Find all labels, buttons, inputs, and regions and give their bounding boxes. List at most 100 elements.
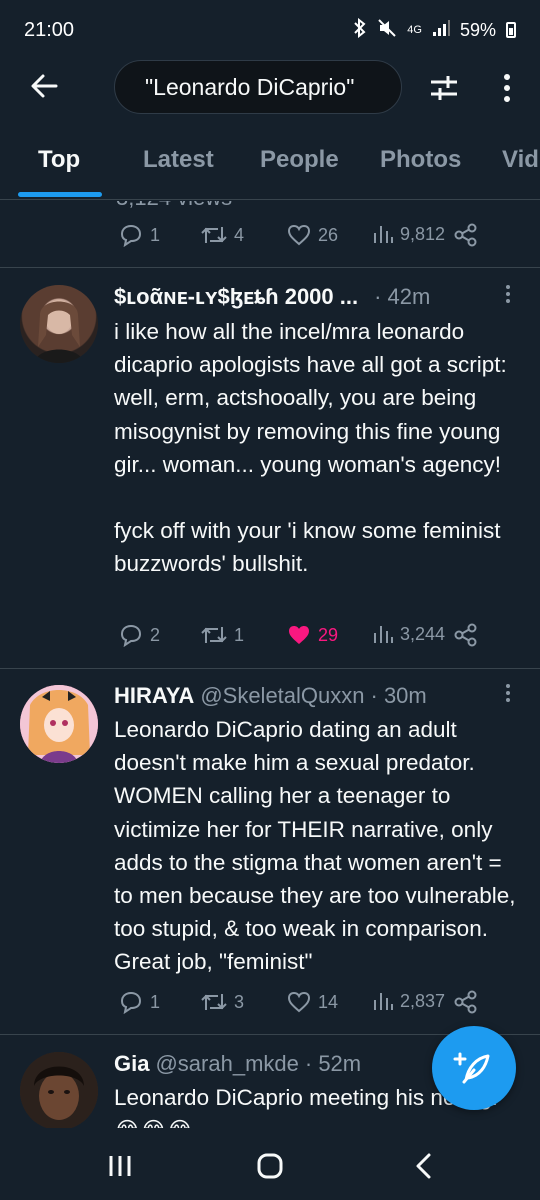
tweet-actions: 1 3 14 2,837: [114, 990, 524, 1020]
tab-photos[interactable]: Photos: [380, 146, 461, 174]
share-button[interactable]: [454, 990, 478, 1014]
battery-icon: [506, 22, 516, 38]
retweet-button[interactable]: 1: [200, 623, 244, 647]
tab-people[interactable]: People: [260, 146, 339, 174]
retweet-count: 3: [234, 991, 245, 1012]
tweet-actions: 1 4 26 9,812: [114, 223, 524, 253]
share-icon: [454, 623, 477, 647]
views-button[interactable]: 9,812: [372, 223, 445, 245]
user-handle[interactable]: @sarah_mkde: [155, 1051, 298, 1077]
bar-chart-icon: [374, 626, 393, 643]
signal-icon: [432, 19, 450, 42]
retweet-button[interactable]: 4: [200, 223, 244, 247]
tweet-text: i like how all the incel/mra leonardo di…: [114, 319, 507, 577]
avatar[interactable]: [20, 1052, 98, 1128]
like-count: 14: [318, 991, 339, 1012]
home-icon: [257, 1153, 283, 1179]
battery-percent: 59%: [459, 19, 496, 40]
vertical-dots-icon: [506, 684, 510, 702]
retweet-icon: [201, 994, 227, 1010]
user-handle[interactable]: @SkeletalQuxxn: [200, 683, 364, 709]
share-button[interactable]: [454, 223, 478, 247]
reply-icon: [120, 224, 142, 247]
retweet-icon: [201, 227, 227, 243]
retweet-button[interactable]: 3: [200, 990, 244, 1014]
vertical-dots-icon: [504, 74, 510, 102]
tweet[interactable]: HIRAYA @SkeletalQuxxn · 30m Leonardo DiC…: [0, 669, 540, 1035]
compose-tweet-button[interactable]: [432, 1026, 516, 1110]
view-count: 2,837: [400, 990, 446, 1011]
reply-count: 1: [150, 991, 161, 1012]
search-input[interactable]: "Leonardo DiCaprio": [114, 60, 402, 114]
active-tab-indicator: [18, 192, 102, 197]
bar-chart-icon: [374, 993, 393, 1010]
reply-count: 2: [150, 624, 161, 645]
tweet-time: · 42m: [374, 284, 431, 309]
back-nav-button[interactable]: [404, 1146, 444, 1186]
like-count: 29: [318, 624, 339, 645]
tab-top[interactable]: Top: [38, 146, 80, 174]
bar-chart-icon: [374, 226, 393, 243]
heart-icon: [287, 991, 311, 1013]
retweet-count: 1: [234, 624, 245, 645]
share-icon: [454, 990, 477, 1014]
back-arrow-icon: [31, 74, 58, 98]
retweet-icon: [201, 627, 227, 643]
reply-button[interactable]: 1: [118, 990, 160, 1014]
tweet-header: HIRAYA @SkeletalQuxxn · 30m: [114, 683, 520, 709]
share-icon: [454, 223, 477, 247]
avatar[interactable]: [20, 685, 98, 763]
tweet-more-button[interactable]: [496, 683, 520, 709]
views-button[interactable]: 3,244: [372, 623, 445, 645]
chevron-left-icon: [416, 1153, 431, 1179]
recent-apps-button[interactable]: [100, 1146, 140, 1186]
tweet-time: · 52m: [304, 1051, 362, 1076]
sliders-icon: [431, 76, 457, 100]
search-tabs: Top Latest People Photos Vid: [0, 130, 540, 200]
status-bar: 21:00 4G 59%: [0, 0, 540, 60]
bluetooth-icon: [353, 17, 367, 43]
status-time: 21:00: [24, 18, 75, 41]
status-icons: 4G 59%: [353, 17, 516, 43]
views-button[interactable]: 2,837: [372, 990, 445, 1012]
like-count: 26: [318, 224, 339, 245]
share-button[interactable]: [454, 623, 478, 647]
like-button[interactable]: 29: [286, 623, 338, 647]
avatar[interactable]: [20, 285, 98, 363]
tweet-view-count-partial: 3,124 views: [116, 201, 232, 211]
heart-filled-icon: [289, 626, 309, 644]
display-name[interactable]: HIRAYA: [114, 683, 194, 709]
network-type: 4G: [407, 24, 422, 36]
mute-icon: [377, 18, 397, 43]
reply-icon: [120, 991, 142, 1014]
reply-button[interactable]: 1: [118, 223, 160, 247]
like-button[interactable]: 26: [286, 223, 338, 247]
retweet-count: 4: [234, 224, 245, 245]
display-name[interactable]: $ʟᴏᾶɴᴇ-ʟʏ$ɮᴇȶɦ 2000 ...: [114, 284, 358, 310]
reply-button[interactable]: 2: [118, 623, 160, 647]
reply-icon: [120, 624, 142, 647]
recent-apps-icon: [109, 1156, 131, 1176]
heart-icon: [287, 224, 311, 246]
display-name[interactable]: Gia: [114, 1051, 149, 1077]
tweet-actions: 2 1 29 3,244: [114, 623, 524, 653]
system-navigation-bar: [0, 1128, 540, 1200]
tab-videos[interactable]: Vid: [502, 146, 539, 174]
tweet-header: $ʟᴏᾶɴᴇ-ʟʏ$ɮᴇȶɦ 2000 ... · 42m: [114, 284, 520, 310]
more-options-button[interactable]: [492, 68, 522, 108]
like-button[interactable]: 14: [286, 990, 338, 1014]
back-button[interactable]: [24, 66, 64, 106]
search-header: "Leonardo DiCaprio": [0, 58, 540, 116]
tweet-more-button[interactable]: [496, 284, 520, 310]
tweet[interactable]: 3,124 views 1 4 26 9,812: [0, 201, 540, 268]
filter-button[interactable]: [424, 68, 464, 108]
vertical-dots-icon: [506, 285, 510, 303]
tab-latest[interactable]: Latest: [143, 146, 214, 174]
tweet[interactable]: $ʟᴏᾶɴᴇ-ʟʏ$ɮᴇȶɦ 2000 ... · 42m i like how…: [0, 268, 540, 669]
home-button[interactable]: [250, 1146, 290, 1186]
reply-count: 1: [150, 224, 161, 245]
search-results-feed[interactable]: 3,124 views 1 4 26 9,812: [0, 201, 540, 1128]
tweet-text: Leonardo DiCaprio dating an adult doesn'…: [114, 717, 522, 975]
tweet-time: · 30m: [370, 683, 427, 708]
view-count: 3,244: [400, 623, 446, 644]
